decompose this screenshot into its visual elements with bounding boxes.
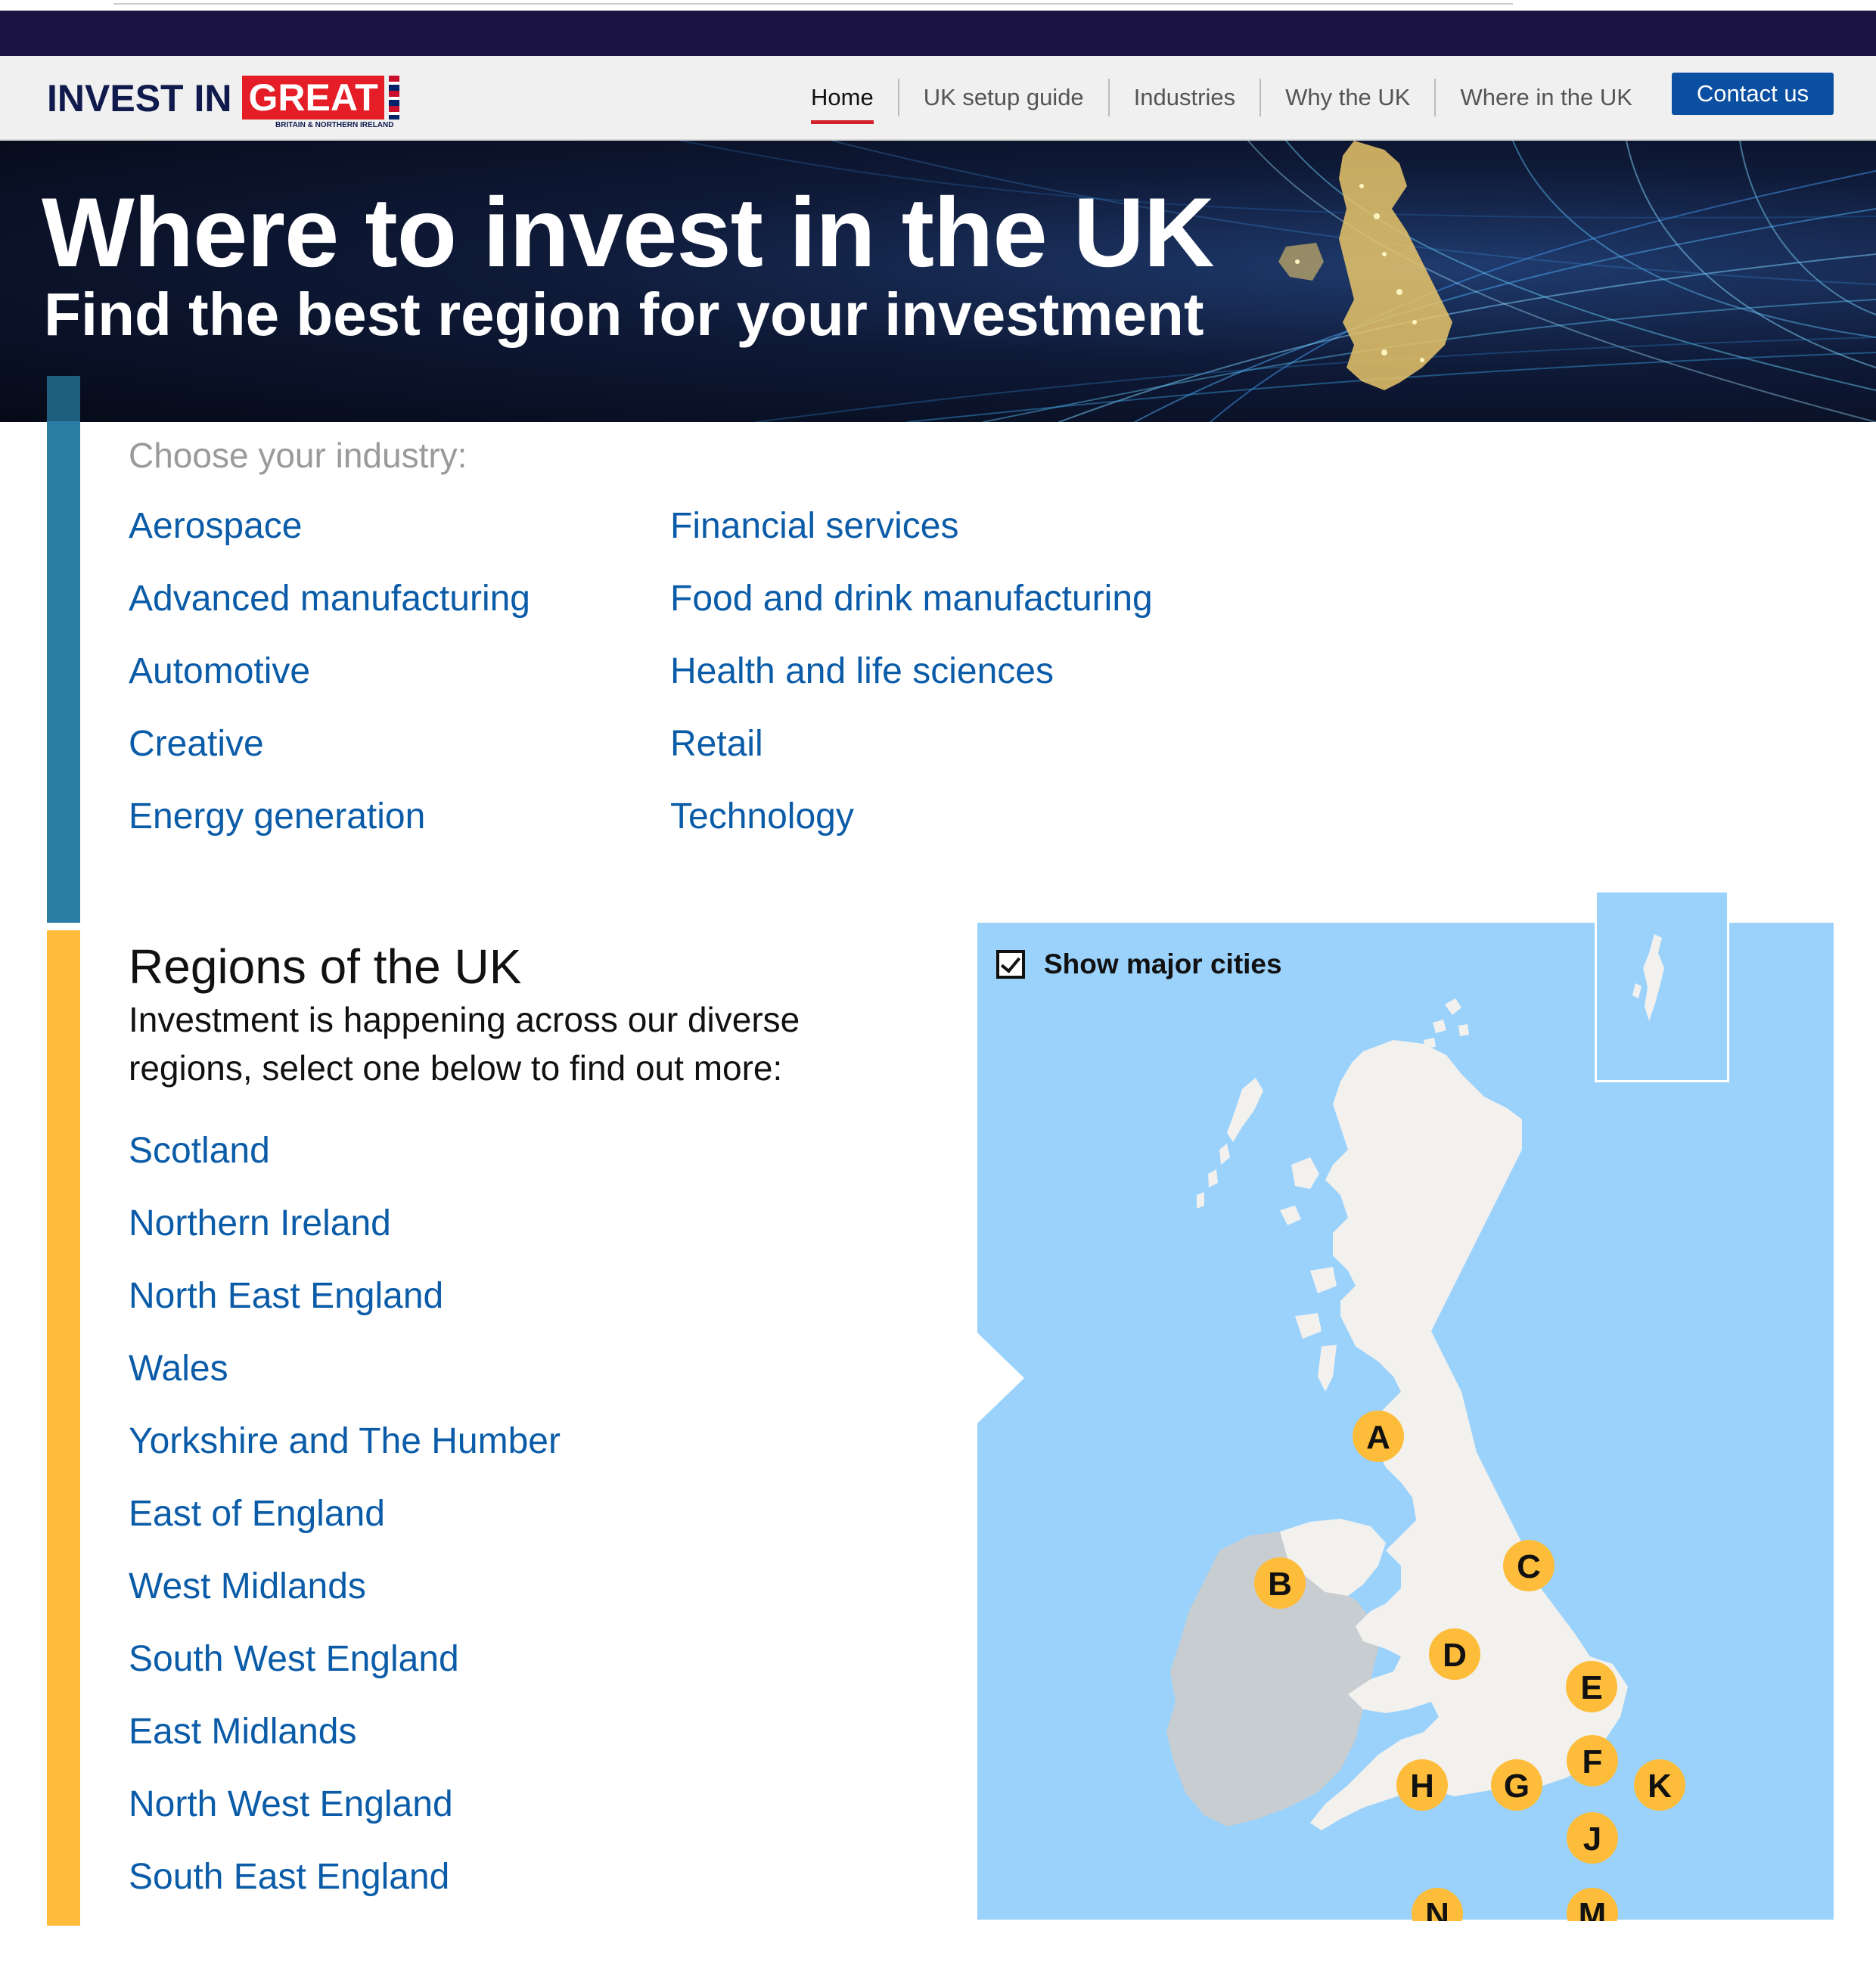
hero-title: Where to invest in the UK xyxy=(42,177,1215,287)
region-marker-d[interactable]: D xyxy=(1429,1628,1480,1680)
regions-title: Regions of the UK xyxy=(129,939,522,994)
industry-link-retail[interactable]: Retail xyxy=(670,720,1153,793)
region-link-scotland[interactable]: Scotland xyxy=(129,1127,561,1200)
region-link-west-midlands[interactable]: West Midlands xyxy=(129,1563,561,1635)
industry-link-financial-services[interactable]: Financial services xyxy=(670,502,1153,575)
region-marker-g[interactable]: G xyxy=(1491,1759,1542,1811)
svg-text:E: E xyxy=(1580,1669,1602,1706)
top-band xyxy=(0,11,1876,56)
navbar: INVEST IN GREAT BRITAIN & NORTHERN IRELA… xyxy=(0,56,1876,141)
industry-link-energy-generation[interactable]: Energy generation xyxy=(129,793,530,865)
region-marker-a[interactable]: A xyxy=(1353,1411,1404,1462)
shetland-shape xyxy=(1643,934,1664,1021)
logo-great-block: GREAT BRITAIN & NORTHERN IRELAND xyxy=(242,71,399,129)
nav-item-home[interactable]: Home xyxy=(793,79,898,124)
main-nav: Home UK setup guide Industries Why the U… xyxy=(793,56,1657,139)
region-marker-f[interactable]: F xyxy=(1567,1735,1618,1787)
contact-us-button[interactable]: Contact us xyxy=(1672,73,1834,115)
industry-link-advanced-manufacturing[interactable]: Advanced manufacturing xyxy=(129,575,530,647)
choose-industry-label: Choose your industry: xyxy=(129,436,467,475)
region-link-east-of-england[interactable]: East of England xyxy=(129,1490,561,1563)
nav-item-why-the-uk[interactable]: Why the UK xyxy=(1259,79,1434,116)
svg-text:F: F xyxy=(1582,1743,1603,1780)
region-link-east-midlands[interactable]: East Midlands xyxy=(129,1708,561,1780)
svg-text:C: C xyxy=(1517,1548,1541,1585)
nav-item-industries[interactable]: Industries xyxy=(1107,79,1259,116)
svg-text:N: N xyxy=(1425,1896,1449,1921)
industry-link-health-life-sciences[interactable]: Health and life sciences xyxy=(670,647,1153,720)
industry-column-2: Financial services Food and drink manufa… xyxy=(670,502,1153,865)
union-flag-icon xyxy=(388,76,399,120)
region-marker-h[interactable]: H xyxy=(1396,1759,1448,1811)
nav-item-where-in-the-uk[interactable]: Where in the UK xyxy=(1434,79,1656,116)
svg-text:M: M xyxy=(1579,1896,1607,1921)
region-marker-j[interactable]: J xyxy=(1567,1812,1618,1864)
orkney-islands xyxy=(1424,998,1469,1048)
show-major-cities-checkbox[interactable] xyxy=(996,950,1025,979)
industry-section-accent-bar xyxy=(47,376,80,923)
region-link-south-east-england[interactable]: South East England xyxy=(129,1853,561,1926)
region-link-north-west-england[interactable]: North West England xyxy=(129,1780,561,1853)
svg-text:G: G xyxy=(1504,1768,1530,1805)
shetland-islet xyxy=(1632,983,1642,998)
uk-map[interactable]: A B C D E F G H J K M N xyxy=(977,892,1834,1921)
region-link-northern-ireland[interactable]: Northern Ireland xyxy=(129,1200,561,1272)
region-marker-m[interactable]: M xyxy=(1567,1888,1618,1921)
region-marker-c[interactable]: C xyxy=(1503,1540,1555,1591)
industry-link-technology[interactable]: Technology xyxy=(670,793,1153,865)
svg-text:A: A xyxy=(1366,1419,1390,1456)
hero-banner: Where to invest in the UK Find the best … xyxy=(0,141,1876,422)
show-major-cities-label[interactable]: Show major cities xyxy=(1044,945,1282,983)
svg-text:H: H xyxy=(1410,1768,1434,1805)
svg-text:B: B xyxy=(1268,1566,1292,1603)
region-list: Scotland Northern Ireland North East Eng… xyxy=(129,1127,561,1926)
svg-text:D: D xyxy=(1443,1637,1467,1674)
industry-link-creative[interactable]: Creative xyxy=(129,720,530,793)
region-marker-k[interactable]: K xyxy=(1634,1759,1685,1811)
logo-subtitle: BRITAIN & NORTHERN IRELAND xyxy=(275,121,394,129)
region-link-wales[interactable]: Wales xyxy=(129,1345,561,1417)
region-link-south-west-england[interactable]: South West England xyxy=(129,1635,561,1708)
svg-text:K: K xyxy=(1648,1768,1672,1805)
address-bar-edge xyxy=(113,0,1513,5)
logo-great-text: GREAT xyxy=(242,76,384,120)
regions-intro: Investment is happening across our diver… xyxy=(129,1000,800,1088)
region-link-yorkshire-humber[interactable]: Yorkshire and The Humber xyxy=(129,1417,561,1490)
industry-link-automotive[interactable]: Automotive xyxy=(129,647,530,720)
region-marker-b[interactable]: B xyxy=(1254,1557,1306,1609)
hebrides-islands xyxy=(1197,1078,1319,1225)
accent-bar-cap xyxy=(47,376,80,421)
logo-invest-text: INVEST IN xyxy=(47,77,232,120)
industry-link-aerospace[interactable]: Aerospace xyxy=(129,502,530,575)
svg-text:J: J xyxy=(1583,1821,1601,1858)
browser-chrome-strip xyxy=(0,0,1876,11)
hero-subtitle: Find the best region for your investment xyxy=(44,281,1204,348)
region-marker-e[interactable]: E xyxy=(1566,1661,1617,1712)
regions-section-accent-bar xyxy=(47,930,80,1926)
industry-column-1: Aerospace Advanced manufacturing Automot… xyxy=(129,502,530,865)
region-link-north-east-england[interactable]: North East England xyxy=(129,1272,561,1345)
inner-hebrides-islands xyxy=(1295,1267,1337,1392)
industry-link-food-and-drink[interactable]: Food and drink manufacturing xyxy=(670,575,1153,647)
nav-item-uk-setup-guide[interactable]: UK setup guide xyxy=(897,79,1108,116)
site-logo[interactable]: INVEST IN GREAT BRITAIN & NORTHERN IRELA… xyxy=(47,71,399,129)
region-marker-n[interactable]: N xyxy=(1412,1888,1463,1921)
